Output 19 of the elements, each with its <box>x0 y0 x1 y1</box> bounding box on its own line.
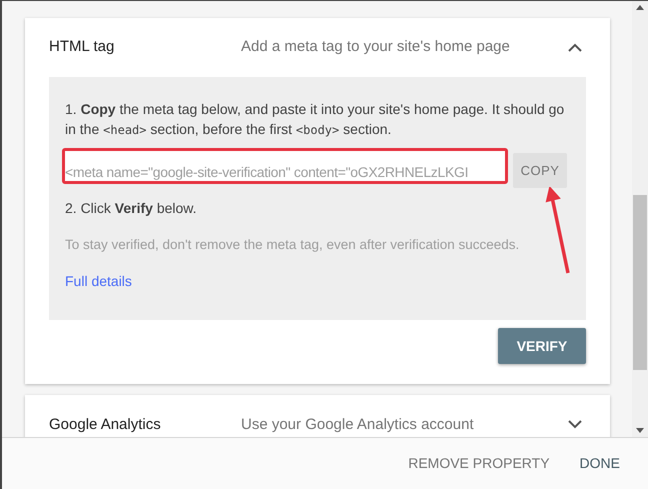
copy-button[interactable]: COPY <box>513 153 567 188</box>
scroll-up-icon[interactable] <box>636 5 644 10</box>
method-description: Use your Google Analytics account <box>241 414 475 434</box>
copy-instruction: 1. Copy the meta tag below, and paste it into your site's home page. It should go in the <head> section, before the first <body> section. <box>65 100 566 139</box>
method-title: HTML tag <box>49 37 116 58</box>
scrollbar[interactable] <box>632 1 648 437</box>
scrollbar-thumb[interactable] <box>633 195 647 370</box>
full-details-link[interactable]: Full details <box>65 271 132 292</box>
verification-note: To stay verified, don't remove the meta tag, even after verification succeeds. <box>65 236 520 254</box>
meta-tag-field[interactable]: <meta name="google-site-verification" content="oGX2RHNELzLKGI <box>62 148 508 184</box>
verify-instruction: 2. Click Verify below. <box>65 199 198 218</box>
method-description: Add a meta tag to your site's home page <box>241 37 511 58</box>
method-title: Google Analytics <box>49 414 162 434</box>
chevron-up-icon[interactable] <box>568 43 582 52</box>
remove-property-button[interactable]: REMOVE PROPERTY <box>408 453 550 474</box>
scroll-down-icon[interactable] <box>636 428 644 433</box>
chevron-down-icon[interactable] <box>568 420 582 430</box>
done-button[interactable]: DONE <box>580 453 620 474</box>
verify-button[interactable]: VERIFY <box>498 328 586 364</box>
